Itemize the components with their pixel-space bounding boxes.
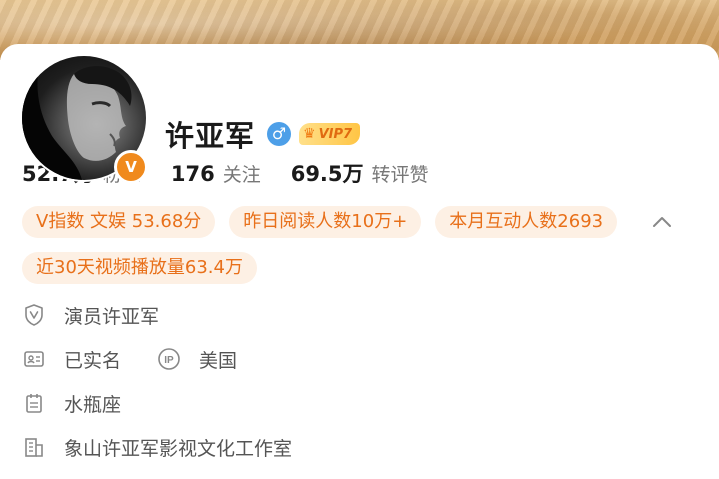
tag-row: 近30天视频播放量63.4万 bbox=[22, 252, 712, 284]
stat-following[interactable]: 176 关注 bbox=[171, 160, 261, 187]
tag-list: V指数 文娱 53.68分 昨日阅读人数10万+ 本月互动人数2693 近30天… bbox=[22, 206, 712, 298]
crown-icon: ♛ bbox=[303, 126, 316, 142]
profile-info-list: 演员许亚军 已实名 IP 美国 水瓶座 象山许亚军影视文化工作室 bbox=[22, 300, 292, 476]
ip-icon: IP bbox=[157, 347, 181, 371]
tag-row: V指数 文娱 53.68分 昨日阅读人数10万+ 本月互动人数2693 bbox=[22, 206, 712, 238]
vip-label: VIP7 bbox=[318, 126, 353, 142]
info-company: 象山许亚军影视文化工作室 bbox=[22, 432, 292, 462]
info-identity: 已实名 IP 美国 bbox=[22, 344, 292, 374]
verified-badge-icon: V bbox=[114, 150, 148, 184]
company-link[interactable]: 象山许亚军影视文化工作室 bbox=[64, 434, 292, 461]
shield-v-icon bbox=[22, 303, 46, 327]
tag-v-index[interactable]: V指数 文娱 53.68分 bbox=[22, 206, 216, 238]
gender-male-icon: ♂ bbox=[267, 122, 292, 146]
profile-name[interactable]: 许亚军 bbox=[165, 113, 255, 155]
info-verification: 演员许亚军 bbox=[22, 300, 292, 330]
stat-value: 176 bbox=[170, 162, 215, 186]
chevron-up-icon[interactable] bbox=[649, 209, 675, 235]
vip-badge[interactable]: ♛ VIP7 bbox=[299, 123, 361, 145]
zodiac-text: 水瓶座 bbox=[64, 393, 122, 416]
id-card-icon bbox=[22, 347, 46, 371]
stat-value: 69.5万 bbox=[290, 162, 364, 186]
name-row: 许亚军 ♂ ♛ VIP7 bbox=[165, 113, 361, 155]
svg-text:IP: IP bbox=[164, 355, 174, 366]
stat-label: 关注 bbox=[222, 164, 261, 186]
stat-label: 转评赞 bbox=[371, 164, 429, 186]
verification-text: 演员许亚军 bbox=[64, 305, 160, 328]
ip-location-text: 美国 bbox=[199, 349, 238, 372]
ip-location-item: IP 美国 bbox=[157, 346, 237, 373]
calendar-icon bbox=[22, 391, 46, 415]
info-zodiac: 水瓶座 bbox=[22, 388, 292, 418]
tag-monthly-interactions[interactable]: 本月互动人数2693 bbox=[435, 206, 618, 238]
stat-reposts-comments-likes[interactable]: 69.5万 转评赞 bbox=[291, 158, 429, 188]
building-icon bbox=[22, 435, 46, 459]
tag-video-plays[interactable]: 近30天视频播放量63.4万 bbox=[22, 252, 257, 284]
real-name-item: 已实名 bbox=[22, 346, 121, 373]
real-name-text: 已实名 bbox=[64, 349, 122, 372]
profile-page: V 许亚军 ♂ ♛ VIP7 52.7万 粉丝 176 关注 69.5万 转评赞… bbox=[0, 0, 719, 479]
tag-yesterday-readers[interactable]: 昨日阅读人数10万+ bbox=[229, 206, 422, 238]
